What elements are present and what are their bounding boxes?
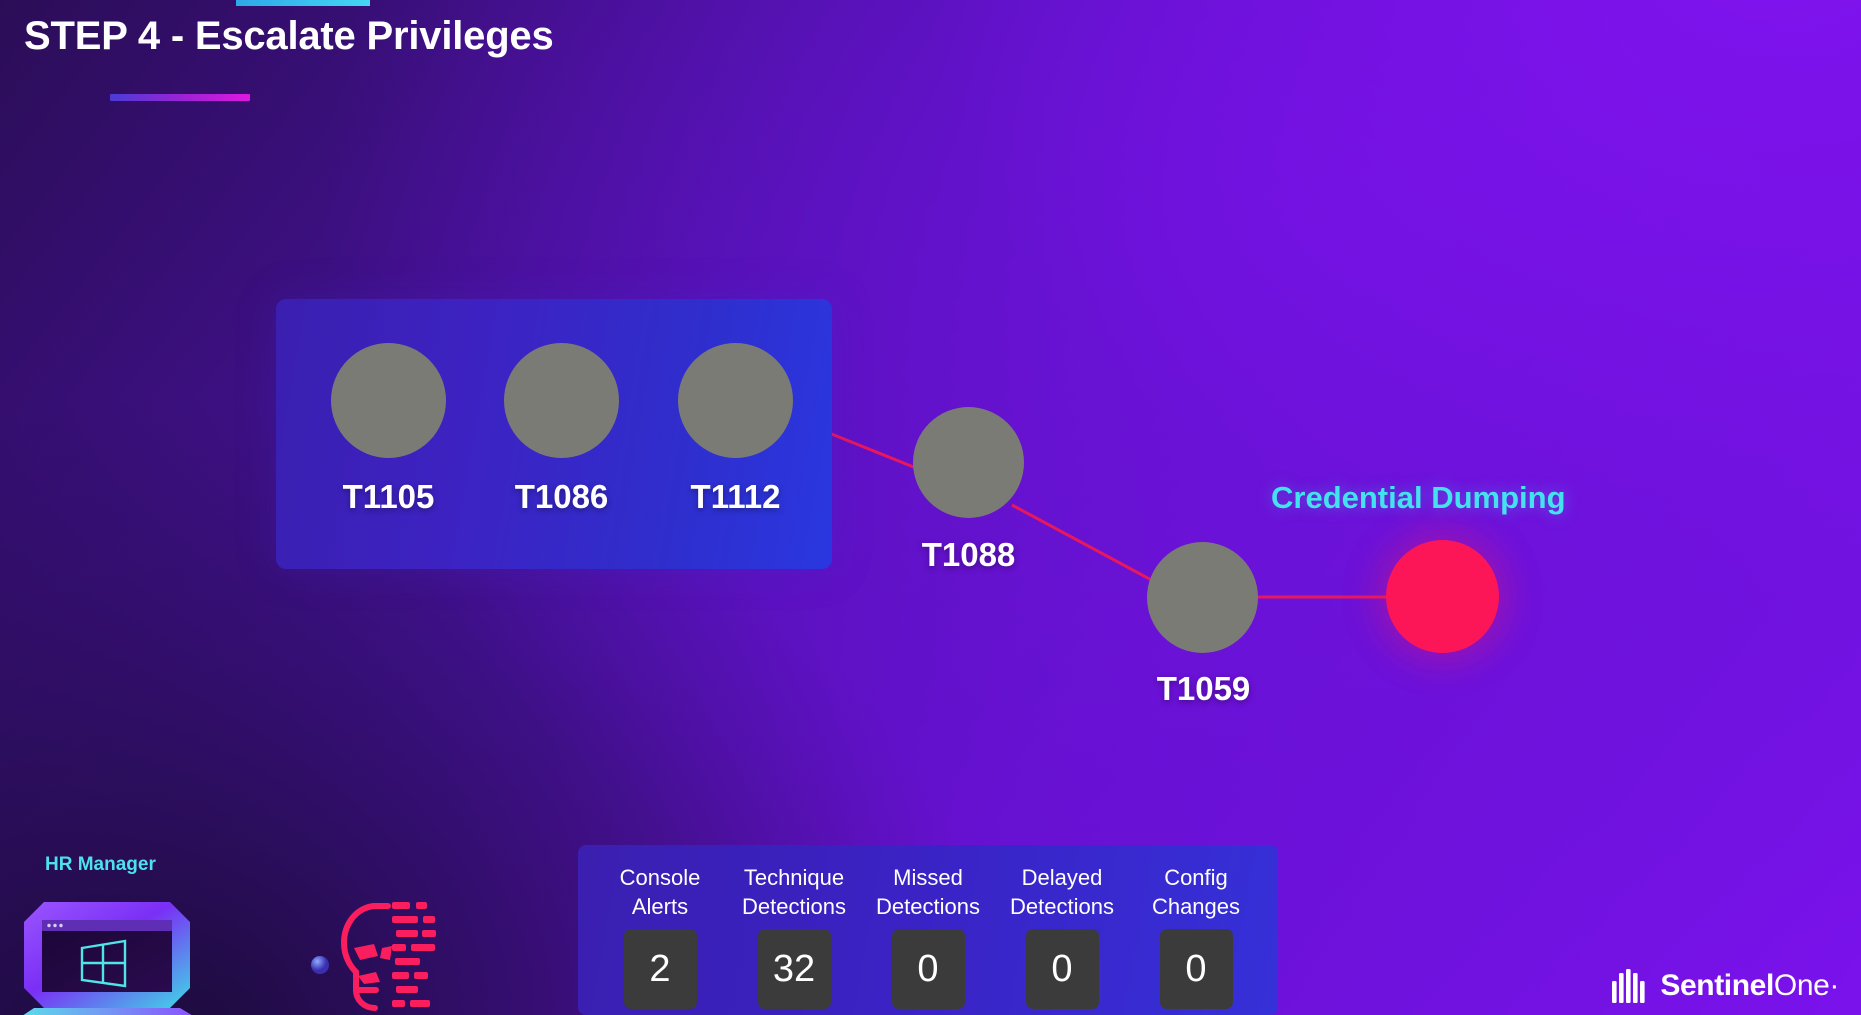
link-t1112-t1088 [828,431,922,472]
stat-column: Technique Detections 32 [732,863,856,1015]
skull-hacker-icon [340,902,436,1011]
windows-laptop-icon [23,902,192,1015]
technique-node-t1105[interactable] [331,343,446,458]
stat-value: 0 [891,929,965,1009]
technique-node-t1088[interactable] [913,407,1024,518]
brand-name-part2: One [1773,969,1830,1002]
stat-value: 2 [623,929,697,1009]
dashed-connection-icon [196,956,329,974]
brand-trademark: · [1829,969,1839,1002]
technique-node-t1059[interactable] [1147,542,1258,653]
stat-value: 32 [757,929,831,1009]
technique-label-t1112: T1112 [690,478,781,515]
stat-label: Technique Detections [742,865,846,919]
brand-name-part1: Sentinel [1660,969,1774,1002]
stat-column: Delayed Detections 0 [1000,863,1124,1015]
stat-column: Missed Detections 0 [866,863,990,1015]
stat-value: 0 [1025,929,1099,1009]
sentinelone-logo: SentinelOne· [1611,969,1839,1003]
page-title: STEP 4 - Escalate Privileges [24,14,554,58]
stats-panel: Console Alerts 2 Technique Detections 32… [578,845,1278,1015]
stat-label: Missed Detections [876,865,980,919]
technique-node-t1086[interactable] [504,343,619,458]
technique-node-t1112[interactable] [678,343,793,458]
sentinelone-mark-icon [1612,969,1645,1003]
technique-label-t1059: T1059 [1156,670,1251,707]
title-underline-rule [110,94,250,101]
technique-label-t1088: T1088 [921,536,1016,573]
stat-value: 0 [1159,929,1233,1009]
endpoint-label-hr-manager: HR Manager [45,854,156,875]
stat-label: Config Changes [1151,865,1241,919]
top-accent-bar [236,0,370,6]
stat-column: Config Changes 0 [1134,863,1258,1015]
stat-label: Console Alerts [619,865,701,919]
slide-canvas: STEP 4 - Escalate Privileges T1105 T1086… [0,0,1861,1015]
stat-label: Delayed Detections [1010,865,1114,919]
outcome-node-credential-dumping[interactable] [1386,540,1499,653]
stat-column: Console Alerts 2 [598,863,722,1015]
sentinelone-wordmark: SentinelOne· [1660,969,1839,1003]
outcome-label-credential-dumping: Credential Dumping [1271,480,1566,515]
